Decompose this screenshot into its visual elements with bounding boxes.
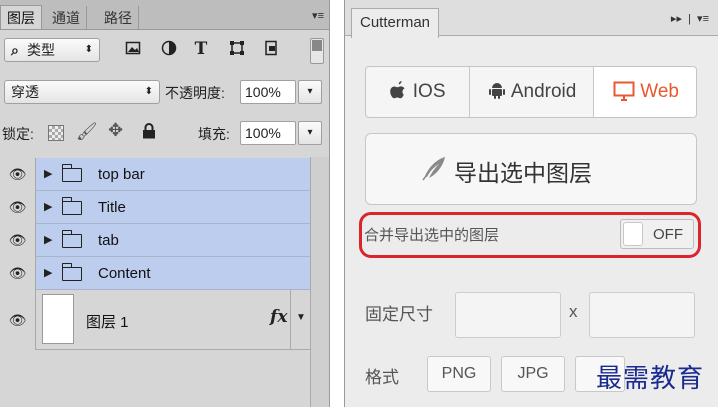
tab-layers[interactable]: 图层 <box>0 5 42 29</box>
layer-row-title[interactable]: 👁 ▶ Title <box>0 191 310 224</box>
layer-row-layer-1[interactable]: 👁 图层 1 fx ▼ <box>0 290 310 350</box>
layer-name: tab <box>98 232 119 249</box>
merge-export-row: 合并导出选中的图层 OFF <box>359 212 701 258</box>
fill-value: 100% <box>245 125 281 141</box>
toggle-state: OFF <box>653 226 683 243</box>
layer-row-tab[interactable]: 👁 ▶ tab <box>0 224 310 257</box>
visibility-eye-icon[interactable]: 👁 <box>0 257 36 290</box>
lock-image-pixels-icon[interactable]: 🖌 <box>76 122 98 142</box>
image-filter-icon[interactable] <box>124 40 142 58</box>
layers-scrollbar[interactable] <box>310 157 329 407</box>
filter-kind-value: 类型 <box>27 42 55 58</box>
layer-name: 图层 1 <box>86 314 129 331</box>
layer-row-top-bar[interactable]: 👁 ▶ top bar <box>0 158 310 191</box>
layers-panel: 图层 通道 路径 ▾≡ ⌕ 类型 ⬍ T 穿透 ⬍ 不透明度: 100% ▾ 锁… <box>0 0 330 407</box>
blend-mode-value: 穿透 <box>11 84 39 100</box>
tab-paths[interactable]: 路径 <box>98 6 139 30</box>
fixed-size-label: 固定尺寸 <box>365 305 433 324</box>
expand-triangle-icon[interactable]: ▶ <box>44 200 52 213</box>
export-selected-button[interactable]: 导出选中图层 <box>365 133 697 205</box>
platform-label-android: Android <box>510 81 577 102</box>
platform-label-web: Web <box>640 81 679 102</box>
filter-toggle-knob <box>312 40 322 51</box>
platform-selector: IOS Android Web <box>365 66 697 118</box>
layer-thumbnail <box>42 294 74 344</box>
blend-mode-select[interactable]: 穿透 ⬍ <box>4 80 160 104</box>
lock-transparent-pixels-icon[interactable] <box>48 125 64 141</box>
layer-effects-fx-icon[interactable]: fx <box>270 307 287 327</box>
android-icon <box>488 83 505 99</box>
merge-export-label: 合并导出选中的图层 <box>364 227 500 244</box>
expand-triangle-icon[interactable]: ▶ <box>44 266 52 279</box>
group-folder-icon <box>61 164 82 182</box>
opacity-value: 100% <box>245 84 281 100</box>
platform-option-android[interactable]: Android <box>470 67 594 117</box>
format-jpg-button[interactable]: JPG <box>501 356 565 392</box>
group-folder-icon <box>61 263 82 281</box>
visibility-eye-icon[interactable]: 👁 <box>0 224 36 257</box>
watermark-logo: 最需教育 <box>596 364 705 394</box>
layer-name: Content <box>98 265 151 282</box>
group-folder-icon <box>61 230 82 248</box>
feather-pen-icon <box>422 157 445 181</box>
adjustment-filter-icon[interactable] <box>160 40 178 58</box>
lock-all-icon[interactable] <box>142 123 156 142</box>
size-separator: x <box>569 302 578 321</box>
select-arrows-icon: ⬍ <box>84 44 93 55</box>
fill-input[interactable]: 100% <box>240 121 296 145</box>
panel-title[interactable]: Cutterman <box>351 8 440 38</box>
visibility-eye-icon[interactable]: 👁 <box>0 191 36 224</box>
filter-kind-select[interactable]: ⌕ 类型 ⬍ <box>4 38 100 62</box>
format-png-button[interactable]: PNG <box>427 356 491 392</box>
tab-channels[interactable]: 通道 <box>46 6 87 30</box>
width-input[interactable] <box>455 292 561 338</box>
search-icon: ⌕ <box>11 42 19 58</box>
fill-dropdown-button[interactable]: ▾ <box>298 121 322 145</box>
expand-triangle-icon[interactable]: ▶ <box>44 167 52 180</box>
panel-menu-icon[interactable]: ▾≡ <box>312 9 324 22</box>
layer-name: Title <box>98 199 126 216</box>
opacity-input[interactable]: 100% <box>240 80 296 104</box>
toggle-knob <box>623 222 643 246</box>
layer-name: top bar <box>98 166 145 183</box>
panel-controls-icon[interactable]: ▸▸ | ▾≡ <box>671 12 709 25</box>
platform-option-ios[interactable]: IOS <box>366 67 470 117</box>
cutterman-panel: Cutterman ▸▸ | ▾≡ IOS Android Web 导出选中图层… <box>344 0 718 407</box>
expand-triangle-icon[interactable]: ▶ <box>44 233 52 246</box>
merge-export-toggle[interactable]: OFF <box>620 219 694 249</box>
group-folder-icon <box>61 197 82 215</box>
format-label: 格式 <box>365 368 399 387</box>
fill-label: 填充: <box>198 126 230 142</box>
apple-icon <box>390 81 405 99</box>
layer-row-content[interactable]: 👁 ▶ Content <box>0 257 310 290</box>
cutterman-header: Cutterman ▸▸ | ▾≡ <box>345 0 718 38</box>
panel-tab-bar: 图层 通道 路径 ▾≡ <box>0 0 329 30</box>
filter-toggle-switch[interactable] <box>310 38 324 64</box>
select-arrows-icon: ⬍ <box>144 86 153 97</box>
effects-expand-area: ▼ <box>290 290 310 350</box>
type-filter-icon[interactable]: T <box>192 40 210 58</box>
platform-option-web[interactable]: Web <box>594 67 696 117</box>
visibility-eye-icon[interactable]: 👁 <box>0 290 36 350</box>
export-selected-label: 导出选中图层 <box>454 160 592 186</box>
opacity-dropdown-button[interactable]: ▾ <box>298 80 322 104</box>
opacity-label: 不透明度: <box>165 85 225 101</box>
lock-label: 锁定: <box>2 126 34 142</box>
monitor-icon <box>613 81 635 101</box>
shape-filter-icon[interactable] <box>228 40 246 58</box>
smart-object-filter-icon[interactable] <box>262 40 280 58</box>
lock-position-icon[interactable]: ✥ <box>108 120 123 141</box>
effects-expand-icon[interactable]: ▼ <box>296 312 306 323</box>
platform-label-ios: IOS <box>412 81 446 102</box>
height-input[interactable] <box>589 292 695 338</box>
visibility-eye-icon[interactable]: 👁 <box>0 158 36 191</box>
